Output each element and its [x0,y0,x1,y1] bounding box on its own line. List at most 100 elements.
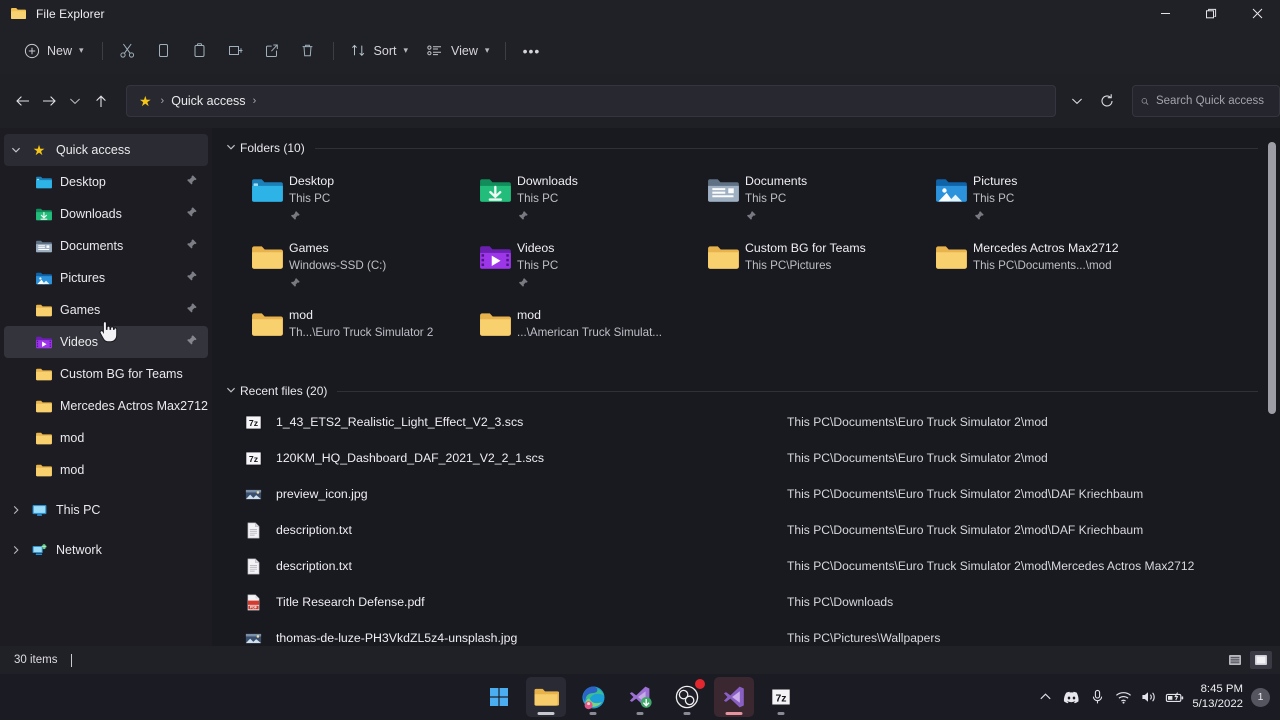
sidebar-item-documents[interactable]: Documents [4,230,208,262]
recent-files-group-header[interactable]: Recent files (20) [222,380,1258,402]
minimize-button[interactable] [1142,0,1188,27]
content-pane[interactable]: Folders (10) Desktop This PC Downloads This… [212,128,1280,646]
sidebar-item-downloads[interactable]: Downloads [4,198,208,230]
chevron-up-icon[interactable] [1032,677,1058,717]
chevron-right-icon[interactable] [4,545,28,555]
discord-icon[interactable] [1058,677,1084,717]
sidebar-item-videos[interactable]: Videos [4,326,208,358]
chevron-down-icon[interactable] [4,146,28,154]
navigation-pane[interactable]: ★ Quick access Desktop Downloads Documents… [0,128,212,646]
up-button[interactable] [88,86,114,116]
large-icons-view-button[interactable] [1250,651,1272,669]
folder-tile[interactable]: Desktop This PC [240,165,468,232]
folder-icon [35,400,52,412]
folder-tile[interactable]: Games Windows-SSD (C:) [240,232,468,299]
forward-button[interactable] [36,86,62,116]
maximize-button[interactable] [1188,0,1234,27]
clock-time: 8:45 PM [1200,683,1243,695]
paste-button[interactable] [182,35,218,67]
taskbar-7-zip[interactable]: 7z [761,677,801,717]
scrollbar-thumb[interactable] [1268,142,1276,414]
cut-button[interactable] [110,35,146,67]
sort-button[interactable]: Sort ▾ [341,35,417,67]
sidebar-item-pictures[interactable]: Pictures [4,262,208,294]
chevron-right-icon[interactable] [4,505,28,515]
speaker-icon[interactable] [1136,677,1162,717]
recent-locations-button[interactable] [62,86,88,116]
share-button[interactable] [254,35,290,67]
view-button[interactable]: View ▾ [417,35,498,67]
pin-icon[interactable] [185,238,198,254]
close-button[interactable] [1234,0,1280,27]
taskbar-obs-studio[interactable] [667,677,707,717]
taskbar-microsoft-edge[interactable] [573,677,613,717]
chevron-down-icon[interactable] [222,386,240,396]
downloads-icon [35,208,52,220]
folder-tile[interactable]: Videos This PC [468,232,696,299]
breadcrumb-separator-2[interactable]: › [253,95,257,107]
pin-icon[interactable] [185,206,198,222]
7z-icon: 7z [770,688,792,706]
recent-file-row[interactable]: description.txt This PC\Documents\Euro Tr… [212,512,1280,548]
address-dropdown-button[interactable] [1062,86,1092,116]
folder-tile[interactable]: Custom BG for Teams This PC\Pictures [696,232,924,299]
vscode-installer-icon [629,686,652,708]
copy-button[interactable] [146,35,182,67]
recent-file-row[interactable]: 7z 120KM_HQ_Dashboard_DAF_2021_V2_2_1.scs… [212,440,1280,476]
search-input[interactable] [1155,95,1271,107]
folder-location: This PC\Documents...\mod [973,259,1112,272]
recent-file-row[interactable]: preview_icon.jpg This PC\Documents\Euro T… [212,476,1280,512]
pin-icon[interactable] [185,334,198,350]
recent-file-row[interactable]: 7z 1_43_ETS2_Realistic_Light_Effect_V2_3.… [212,404,1280,440]
sidebar-item-mercedes-actros-max2712[interactable]: Mercedes Actros Max2712 [4,390,208,422]
recent-file-row[interactable]: description.txt This PC\Documents\Euro Tr… [212,548,1280,584]
more-options-button[interactable]: ••• [513,35,549,67]
folders-group-header[interactable]: Folders (10) [222,137,1258,159]
microphone-icon[interactable] [1084,677,1110,717]
sidebar-item-mod[interactable]: mod [4,422,208,454]
clock[interactable]: 8:45 PM 5/13/2022 [1192,682,1243,712]
folder-tile[interactable]: mod ...\American Truck Simulat... [468,299,696,366]
notification-badge[interactable]: 1 [1251,687,1270,707]
back-button[interactable] [10,86,36,116]
pin-icon[interactable] [185,174,198,190]
sidebar-label: Quick access [56,143,131,157]
chevron-down-icon[interactable] [222,143,240,153]
folder-tile[interactable]: Pictures This PC [924,165,1152,232]
sidebar-item-quick-access[interactable]: ★ Quick access [4,134,208,166]
pin-icon[interactable] [185,270,198,286]
folder-tile[interactable]: Documents This PC [696,165,924,232]
taskbar-visual-studio[interactable] [714,677,754,717]
folder-tile[interactable]: Downloads This PC [468,165,696,232]
sidebar-item-desktop[interactable]: Desktop [4,166,208,198]
rename-button[interactable] [218,35,254,67]
sidebar-item-this-pc[interactable]: This PC [4,494,208,526]
recent-file-row[interactable]: thomas-de-luze-PH3VkdZL5z4-unsplash.jpg T… [212,620,1280,646]
new-button[interactable]: New ▾ [16,35,95,67]
share-icon [266,44,278,57]
folder-tile[interactable]: Mercedes Actros Max2712 This PC\Documents… [924,232,1152,299]
sidebar-item-network[interactable]: Network [4,534,208,566]
recent-file-row[interactable]: PDF Title Research Defense.pdf This PC\Dow… [212,584,1280,620]
wifi-icon[interactable] [1110,677,1136,717]
taskbar-file-explorer[interactable] [526,677,566,717]
breadcrumb-item-quick-access[interactable]: Quick access [171,94,245,108]
start-button[interactable] [479,677,519,717]
pin-icon[interactable] [185,302,198,318]
sidebar-item-games[interactable]: Games [4,294,208,326]
recent-files-list[interactable]: 7z 1_43_ETS2_Realistic_Light_Effect_V2_3.… [212,404,1280,646]
sidebar-item-custom-bg-for-teams[interactable]: Custom BG for Teams [4,358,208,390]
content-scrollbar[interactable] [1267,142,1277,632]
folder-name: mod [289,308,313,322]
folders-grid[interactable]: Desktop This PC Downloads This PC Documents T… [240,165,1280,366]
battery-icon[interactable] [1162,677,1188,717]
refresh-button[interactable] [1092,86,1122,116]
breadcrumb[interactable]: ★ › Quick access › [125,85,1056,117]
pin-icon [517,209,578,227]
sidebar-item-mod[interactable]: mod [4,454,208,486]
delete-button[interactable] [290,35,326,67]
search-box[interactable] [1131,85,1280,117]
details-view-button[interactable] [1224,651,1246,669]
taskbar-vs-code-installer[interactable] [620,677,660,717]
folder-tile[interactable]: mod Th...\Euro Truck Simulator 2 [240,299,468,366]
